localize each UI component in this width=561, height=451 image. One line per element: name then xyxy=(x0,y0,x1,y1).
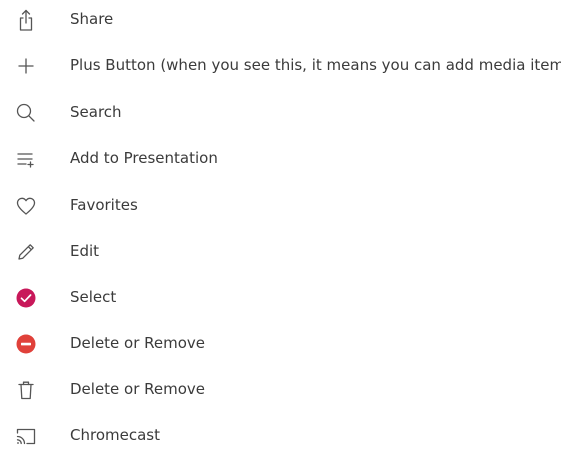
legend-label-delete-trash: Delete or Remove xyxy=(70,380,206,398)
legend-label-add-to-presentation: Add to Presentation xyxy=(70,149,218,167)
pencil-icon xyxy=(14,240,38,264)
search-icon xyxy=(14,101,38,125)
legend-row-favorites: Favorites xyxy=(0,191,561,221)
check-circle-icon xyxy=(14,286,38,310)
icon-legend: Share Plus Button (when you see this, it… xyxy=(0,0,561,446)
legend-row-search: Search xyxy=(0,98,561,128)
legend-label-delete-minus: Delete or Remove xyxy=(70,334,206,352)
legend-label-favorites: Favorites xyxy=(70,196,138,214)
legend-row-plus: Plus Button (when you see this, it means… xyxy=(0,51,561,81)
legend-label-select: Select xyxy=(70,288,117,306)
legend-label-share: Share xyxy=(70,10,114,28)
trash-icon xyxy=(14,378,38,402)
legend-row-delete-minus: Delete or Remove xyxy=(0,329,561,359)
legend-label-plus: Plus Button (when you see this, it means… xyxy=(70,56,561,74)
minus-circle-icon xyxy=(14,332,38,356)
legend-row-chromecast: Chromecast xyxy=(0,421,561,451)
cast-icon xyxy=(14,424,38,448)
legend-row-delete-trash: Delete or Remove xyxy=(0,375,561,405)
heart-icon xyxy=(14,194,38,218)
legend-label-edit: Edit xyxy=(70,242,100,260)
legend-row-share: Share xyxy=(0,5,561,35)
legend-row-add-to-presentation: Add to Presentation xyxy=(0,144,561,174)
legend-label-chromecast: Chromecast xyxy=(70,426,160,444)
add-to-playlist-icon xyxy=(14,147,38,171)
share-icon xyxy=(14,8,38,32)
legend-label-search: Search xyxy=(70,103,122,121)
legend-row-select: Select xyxy=(0,283,561,313)
legend-row-edit: Edit xyxy=(0,237,561,267)
plus-icon xyxy=(14,54,38,78)
